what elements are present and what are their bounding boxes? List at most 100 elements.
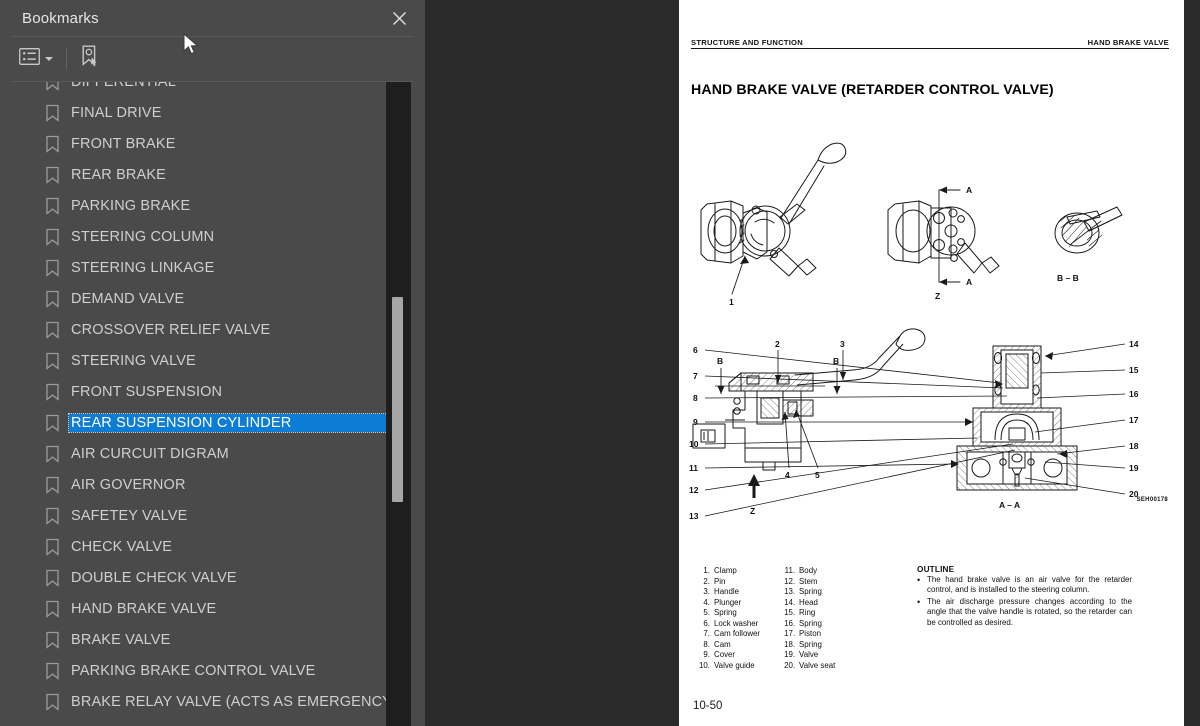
parts-legend-name: Valve bbox=[799, 650, 819, 660]
parts-legend-number: 19. bbox=[784, 650, 796, 660]
parts-legend-item: 17. Piston bbox=[778, 629, 835, 640]
parts-legend-name: Ring bbox=[799, 608, 816, 618]
parts-legend-name: Spring bbox=[799, 639, 822, 649]
new-bookmark-button[interactable] bbox=[77, 44, 103, 74]
bookmark-item-label: PARKING BRAKE CONTROL VALVE bbox=[71, 662, 316, 679]
parts-legend-name: Stem bbox=[799, 576, 818, 586]
bookmark-item-label: DOUBLE CHECK VALVE bbox=[71, 569, 237, 586]
svg-text:5: 5 bbox=[815, 470, 820, 480]
bookmark-item-label: STEERING COLUMN bbox=[71, 228, 215, 245]
parts-legend-number: 3. bbox=[703, 587, 710, 597]
svg-text:16: 16 bbox=[1129, 389, 1139, 399]
bookmark-item-label: DIFFERENTIAL bbox=[69, 82, 178, 91]
parts-legend-number: 9. bbox=[703, 650, 710, 660]
svg-text:B – B: B – B bbox=[1057, 273, 1079, 283]
parts-column-1: 1. Clamp 2. Pin 3. Handle 4. Plunger 5. Spring 6. L… bbox=[693, 566, 760, 671]
bookmark-item[interactable]: REAR SUSPENSION CYLINDER bbox=[0, 407, 411, 438]
bookmark-item[interactable]: CROSSOVER RELIEF VALVE bbox=[0, 314, 411, 345]
parts-legend-name: Handle bbox=[714, 587, 740, 597]
bookmark-item[interactable]: REAR BRAKE bbox=[0, 159, 411, 190]
parts-legend-name: Cam follower bbox=[714, 629, 761, 639]
svg-text:3: 3 bbox=[840, 339, 845, 349]
outline-bullet: • The hand brake valve is an air valve fo… bbox=[917, 575, 1132, 596]
outline-section: OUTLINE • The hand brake valve is an air … bbox=[917, 565, 1132, 628]
bookmark-icon bbox=[46, 104, 59, 121]
bookmark-item[interactable]: PARKING BRAKE CONTROL VALVE bbox=[0, 655, 411, 686]
parts-legend-name: Valve guide bbox=[714, 660, 755, 670]
svg-text:A: A bbox=[966, 185, 972, 195]
bookmark-item[interactable]: DEMAND VALVE bbox=[0, 283, 411, 314]
bookmark-item[interactable]: CHECK VALVE bbox=[0, 531, 411, 562]
svg-text:Z: Z bbox=[935, 291, 940, 301]
parts-legend-name: Cover bbox=[714, 650, 736, 660]
close-icon[interactable] bbox=[387, 6, 411, 30]
bookmark-item[interactable]: STEERING VALVE bbox=[0, 345, 411, 376]
parts-legend-number: 14. bbox=[784, 597, 796, 607]
bookmark-item[interactable]: BRAKE RELAY VALVE (ACTS AS EMERGENCY REL… bbox=[0, 686, 425, 717]
bookmark-item-label: FINAL DRIVE bbox=[71, 104, 162, 121]
parts-legend-number: 1. bbox=[703, 566, 710, 575]
svg-text:1: 1 bbox=[729, 297, 734, 307]
parts-legend-number: 15. bbox=[784, 608, 796, 618]
bookmark-item[interactable]: HAND BRAKE VALVE bbox=[0, 593, 411, 624]
bullet-icon: • bbox=[917, 575, 921, 585]
svg-text:7: 7 bbox=[693, 371, 698, 381]
svg-text:9: 9 bbox=[693, 417, 698, 427]
bookmark-icon bbox=[46, 507, 59, 524]
bookmark-item[interactable]: STEERING COLUMN bbox=[0, 221, 411, 252]
bookmarks-scrollbar-thumb[interactable] bbox=[392, 297, 403, 502]
bookmarks-scrollbar-track[interactable] bbox=[386, 82, 411, 726]
outline-bullet-text: The air discharge pressure changes accor… bbox=[927, 596, 1132, 627]
parts-legend: 1. Clamp 2. Pin 3. Handle 4. Plunger 5. Spring 6. L… bbox=[693, 566, 903, 671]
page-title: HAND BRAKE VALVE (RETARDER CONTROL VALVE… bbox=[691, 82, 1054, 98]
bookmark-item[interactable]: AIR CURCUIT DIGRAM bbox=[0, 438, 411, 469]
svg-text:13: 13 bbox=[689, 511, 699, 521]
outline-bullet: • The air discharge pressure changes acco… bbox=[917, 597, 1132, 628]
parts-legend-name: Plunger bbox=[714, 597, 742, 607]
bookmark-icon bbox=[46, 662, 59, 679]
bookmark-item[interactable]: FINAL DRIVE bbox=[0, 97, 411, 128]
bookmark-item[interactable]: PARKING BRAKE bbox=[0, 190, 411, 221]
parts-legend-number: 12. bbox=[784, 576, 796, 586]
bookmark-icon bbox=[46, 538, 59, 555]
parts-legend-name: Spring bbox=[799, 587, 822, 597]
parts-legend-number: 4. bbox=[703, 597, 710, 607]
parts-legend-item: 1. Clamp bbox=[693, 566, 760, 577]
bookmark-item[interactable]: SAFETEY VALVE bbox=[0, 500, 411, 531]
bookmark-icon bbox=[46, 414, 59, 431]
bookmark-item[interactable]: FRONT BRAKE bbox=[0, 128, 411, 159]
parts-legend-item: 7. Cam follower bbox=[693, 629, 760, 640]
bullet-icon: • bbox=[917, 596, 921, 607]
bookmark-item[interactable]: AIR GOVERNOR bbox=[0, 469, 411, 500]
parts-legend-item: 16. Spring bbox=[778, 619, 835, 630]
bookmark-icon bbox=[46, 321, 59, 338]
bookmark-item[interactable]: STEERING LINKAGE bbox=[0, 252, 411, 283]
bookmark-item[interactable]: DIFFERENTIAL bbox=[0, 82, 411, 97]
bookmark-options-button[interactable] bbox=[16, 44, 56, 74]
bookmarks-list-scroll-area[interactable]: DIFFERENTIAL FINAL DRIVE FRONT BRAKE REAR B… bbox=[0, 82, 425, 726]
bookmark-item[interactable]: BRAKE VALVE bbox=[0, 624, 411, 655]
bookmark-item[interactable]: DOUBLE CHECK VALVE bbox=[0, 562, 411, 593]
bookmark-item-label: STEERING VALVE bbox=[71, 352, 196, 369]
header-right-text: HAND BRAKE VALVE bbox=[1087, 38, 1169, 47]
document-viewer[interactable]: STRUCTURE AND FUNCTION HAND BRAKE VALVE … bbox=[425, 0, 1200, 726]
bookmark-icon bbox=[46, 445, 59, 462]
parts-legend-item: 20. Valve seat bbox=[778, 661, 835, 672]
toolbar-separator bbox=[66, 48, 67, 70]
svg-text:A: A bbox=[966, 277, 972, 287]
svg-text:8: 8 bbox=[693, 393, 698, 403]
chevron-down-icon bbox=[45, 57, 53, 61]
parts-legend-number: 10. bbox=[699, 660, 710, 670]
bookmarks-panel-header: Bookmarks bbox=[0, 0, 425, 36]
bookmark-item[interactable]: FRONT SUSPENSION bbox=[0, 376, 411, 407]
bookmark-item-label: AIR GOVERNOR bbox=[71, 476, 186, 493]
parts-legend-number: 8. bbox=[703, 639, 710, 649]
parts-legend-number: 16. bbox=[784, 618, 796, 628]
parts-legend-item: 13. Spring bbox=[778, 587, 835, 598]
bookmark-icon bbox=[46, 569, 59, 586]
svg-text:12: 12 bbox=[689, 485, 699, 495]
bookmark-item-label: CHECK VALVE bbox=[71, 538, 173, 555]
parts-legend-item: 3. Handle bbox=[693, 587, 760, 598]
parts-legend-number: 7. bbox=[703, 629, 710, 639]
parts-legend-item: 8. Cam bbox=[693, 640, 760, 651]
